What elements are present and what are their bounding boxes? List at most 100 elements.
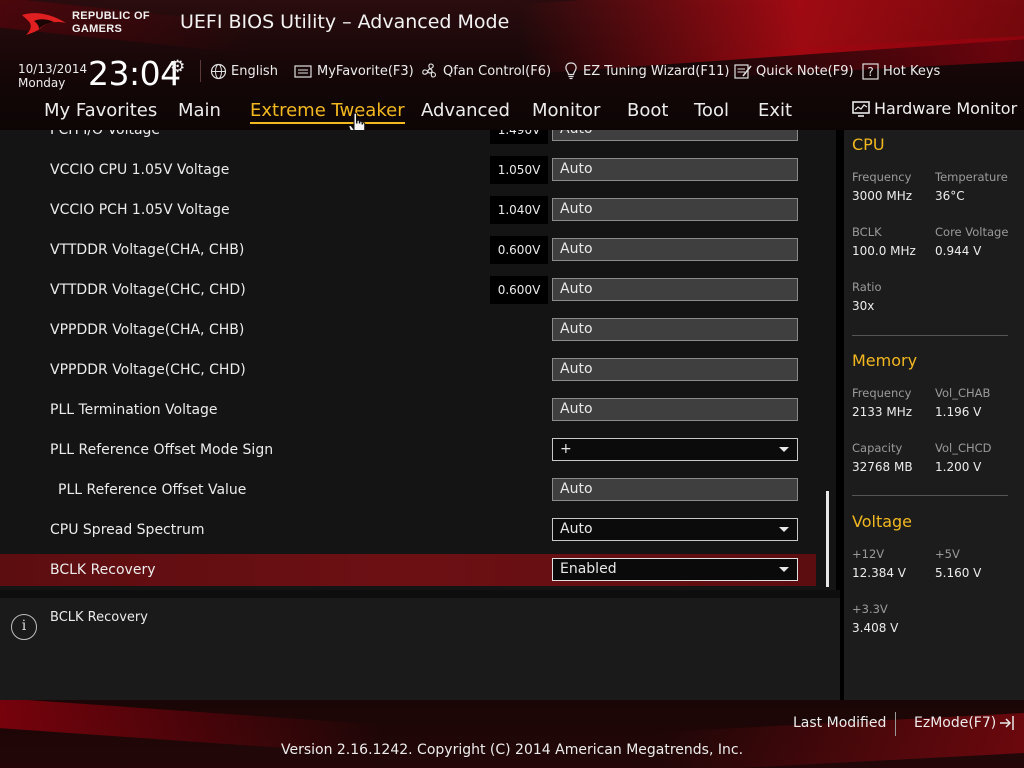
tab-extreme-tweaker[interactable]: Extreme Tweaker bbox=[250, 100, 405, 124]
qfan-control-label: Qfan Control(F6) bbox=[443, 63, 552, 79]
setting-current-value: 1.040V bbox=[490, 196, 548, 224]
setting-row-bclk-recovery[interactable]: BCLK Recovery Enabled bbox=[0, 554, 816, 586]
ez-mode-button[interactable]: EzMode(F7) bbox=[914, 715, 1015, 731]
version-text: Version 2.16.1242. Copyright (C) 2014 Am… bbox=[280, 742, 744, 758]
setting-dropdown[interactable]: Auto bbox=[552, 518, 798, 541]
hot-keys-label: Hot Keys bbox=[883, 63, 941, 79]
setting-row-pll-offset-value[interactable]: PLL Reference Offset Value Auto bbox=[0, 474, 816, 514]
capacity-label: Capacity bbox=[852, 441, 903, 455]
vol-chab-label: Vol_CHAB bbox=[935, 386, 991, 400]
tab-monitor[interactable]: Monitor bbox=[532, 100, 600, 121]
core-voltage-value: 0.944 V bbox=[935, 244, 982, 258]
tab-boot[interactable]: Boot bbox=[627, 100, 668, 121]
tab-exit[interactable]: Exit bbox=[758, 100, 792, 121]
setting-row-pll-offset-sign[interactable]: PLL Reference Offset Mode Sign + bbox=[0, 434, 816, 474]
my-favorite-button[interactable]: MyFavorite(F3) bbox=[294, 62, 414, 80]
info-icon: i bbox=[11, 614, 37, 640]
setting-row-vppddr-chcd[interactable]: VPPDDR Voltage(CHC, CHD) Auto bbox=[0, 354, 816, 394]
rog-logo: REPUBLIC OF GAMERS bbox=[20, 9, 170, 39]
setting-input[interactable]: Auto bbox=[552, 358, 798, 381]
core-voltage-label: Core Voltage bbox=[935, 225, 1009, 239]
setting-row-vttddr-chab[interactable]: VTTDDR Voltage(CHA, CHB) 0.600V Auto bbox=[0, 234, 816, 274]
setting-label: VPPDDR Voltage(CHC, CHD) bbox=[50, 362, 246, 378]
tab-advanced[interactable]: Advanced bbox=[421, 100, 510, 121]
fan-icon bbox=[422, 63, 437, 78]
setting-label: VCCIO PCH 1.05V Voltage bbox=[50, 202, 230, 218]
v33-value: 3.408 V bbox=[852, 621, 899, 635]
setting-current-value: 0.600V bbox=[490, 236, 548, 264]
exit-arrow-icon bbox=[1000, 716, 1014, 730]
capacity-value: 32768 MB bbox=[852, 460, 913, 474]
setting-row-vppddr-chab[interactable]: VPPDDR Voltage(CHA, CHB) Auto bbox=[0, 314, 816, 354]
language-label: English bbox=[231, 63, 278, 79]
note-icon bbox=[734, 63, 752, 79]
quick-note-button[interactable]: Quick Note(F9) bbox=[734, 62, 854, 80]
setting-row-vccio-pch[interactable]: VCCIO PCH 1.05V Voltage 1.040V Auto bbox=[0, 194, 816, 234]
tab-tool[interactable]: Tool bbox=[694, 100, 729, 121]
bclk-label: BCLK bbox=[852, 225, 882, 239]
v12-label: +12V bbox=[852, 547, 885, 561]
setting-label: BCLK Recovery bbox=[50, 562, 156, 578]
date-display: 10/13/2014 Monday bbox=[18, 62, 87, 90]
setting-dropdown[interactable]: Enabled bbox=[552, 558, 798, 581]
bclk-value: 100.0 MHz bbox=[852, 244, 916, 258]
hardware-monitor-label: Hardware Monitor bbox=[874, 99, 1018, 118]
setting-row-vccio-cpu[interactable]: VCCIO CPU 1.05V Voltage 1.050V Auto bbox=[0, 154, 816, 194]
cpu-heading: CPU bbox=[852, 135, 885, 154]
help-text: BCLK Recovery bbox=[50, 610, 148, 625]
last-modified-button[interactable]: Last Modified bbox=[793, 715, 886, 731]
cpu-frequency-value: 3000 MHz bbox=[852, 189, 913, 203]
setting-input[interactable]: Auto bbox=[552, 318, 798, 341]
v5-label: +5V bbox=[935, 547, 960, 561]
setting-row-pch-io-voltage[interactable]: PCH I/O Voltage 1.490V Auto bbox=[0, 130, 816, 154]
my-favorite-label: MyFavorite(F3) bbox=[317, 63, 414, 79]
help-divider bbox=[0, 590, 840, 598]
qfan-control-button[interactable]: Qfan Control(F6) bbox=[421, 62, 551, 80]
help-icon: ? bbox=[862, 62, 879, 80]
setting-label: VCCIO CPU 1.05V Voltage bbox=[50, 162, 230, 178]
footer-bar: Last Modified EzMode(F7) Version 2.16.12… bbox=[0, 700, 1024, 768]
tab-my-favorites[interactable]: My Favorites bbox=[44, 100, 157, 121]
dropdown-value: + bbox=[560, 441, 572, 457]
setting-input[interactable]: Auto bbox=[552, 398, 798, 421]
hot-keys-button[interactable]: ? Hot Keys bbox=[862, 62, 940, 80]
ratio-label: Ratio bbox=[852, 280, 882, 294]
gear-icon[interactable]: ⚙ bbox=[170, 57, 185, 77]
setting-input[interactable]: Auto bbox=[552, 278, 798, 301]
setting-input[interactable]: Auto bbox=[552, 198, 798, 221]
vol-chab-value: 1.196 V bbox=[935, 405, 982, 419]
language-button[interactable]: English bbox=[210, 62, 278, 80]
tab-main[interactable]: Main bbox=[178, 100, 221, 121]
day-text: Monday bbox=[18, 76, 66, 90]
hardware-monitor-panel: CPU Frequency Temperature 3000 MHz 36°C … bbox=[844, 130, 1024, 700]
setting-input[interactable]: Auto bbox=[552, 158, 798, 181]
setting-dropdown[interactable]: + bbox=[552, 438, 798, 461]
setting-row-pll-termination[interactable]: PLL Termination Voltage Auto bbox=[0, 394, 816, 434]
hand-cursor-icon bbox=[348, 112, 366, 130]
toolbar-divider bbox=[200, 60, 201, 82]
cpu-temperature-value: 36°C bbox=[935, 189, 965, 203]
ez-tuning-wizard-label: EZ Tuning Wizard(F11) bbox=[583, 63, 730, 79]
dropdown-value: Enabled bbox=[560, 561, 617, 577]
favorite-icon bbox=[294, 64, 312, 78]
setting-current-value: 0.600V bbox=[490, 276, 548, 304]
chevron-down-icon bbox=[779, 527, 789, 532]
setting-label: VPPDDR Voltage(CHA, CHB) bbox=[50, 322, 245, 338]
setting-input[interactable]: Auto bbox=[552, 130, 798, 141]
memory-heading: Memory bbox=[852, 351, 918, 370]
v33-label: +3.3V bbox=[852, 602, 888, 616]
v5-value: 5.160 V bbox=[935, 566, 982, 580]
setting-input[interactable]: Auto bbox=[552, 238, 798, 261]
rog-eye-icon bbox=[22, 13, 66, 36]
setting-row-vttddr-chcd[interactable]: VTTDDR Voltage(CHC, CHD) 0.600V Auto bbox=[0, 274, 816, 314]
setting-label: PLL Termination Voltage bbox=[50, 402, 218, 418]
hardware-monitor-title: Hardware Monitor bbox=[852, 99, 1017, 118]
setting-row-cpu-spread-spectrum[interactable]: CPU Spread Spectrum Auto bbox=[0, 514, 816, 554]
vol-chcd-label: Vol_CHCD bbox=[935, 441, 992, 455]
setting-current-value: 1.490V bbox=[490, 130, 548, 144]
date-text: 10/13/2014 bbox=[18, 62, 88, 76]
ez-tuning-wizard-button[interactable]: EZ Tuning Wizard(F11) bbox=[563, 62, 729, 80]
scrollbar[interactable] bbox=[826, 491, 829, 587]
setting-input[interactable]: Auto bbox=[552, 478, 798, 501]
monitor-icon bbox=[852, 100, 870, 117]
